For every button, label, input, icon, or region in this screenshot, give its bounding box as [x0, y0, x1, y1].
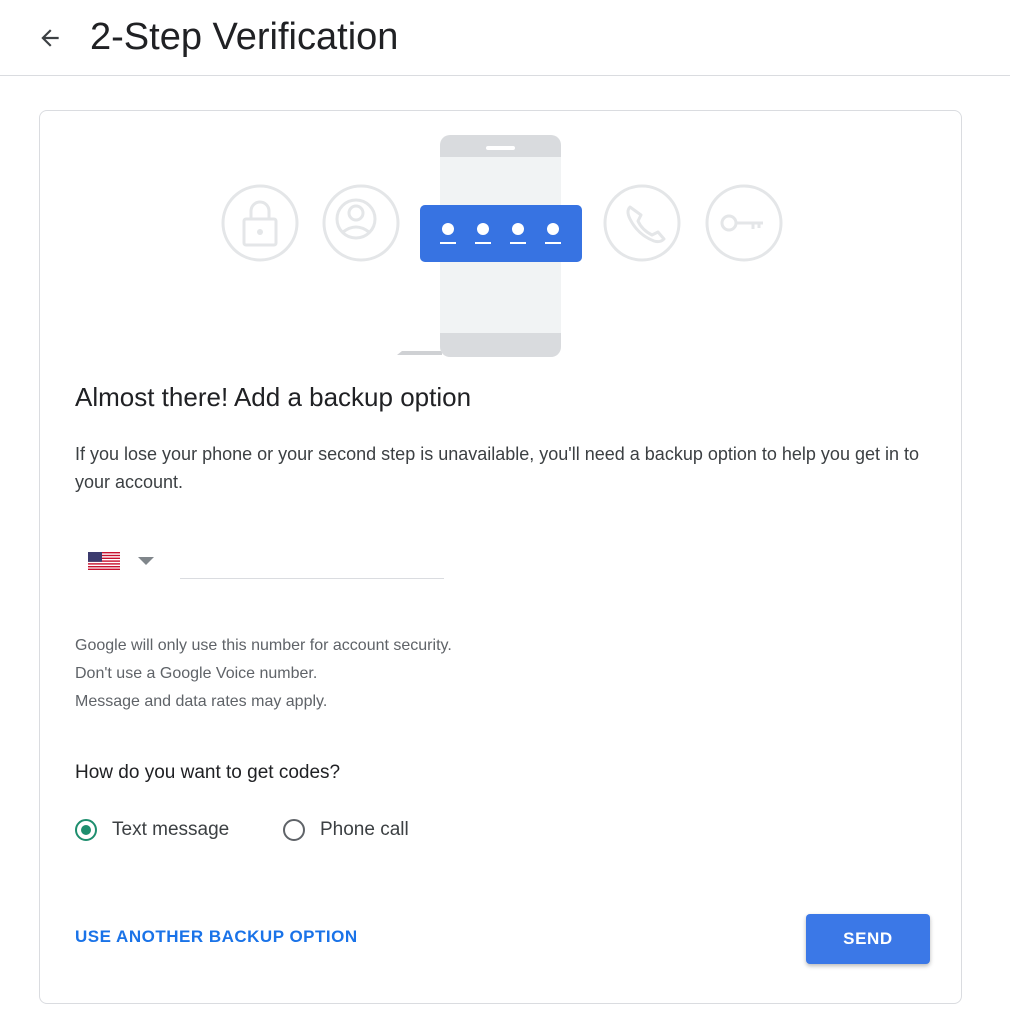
chevron-down-icon — [138, 557, 154, 565]
use-another-backup-option-link[interactable]: USE ANOTHER BACKUP OPTION — [75, 927, 358, 947]
radio-unchecked-icon[interactable] — [283, 819, 305, 841]
radio-text-message[interactable]: Text message — [75, 815, 229, 845]
card-heading: Almost there! Add a backup option — [75, 382, 472, 412]
radio-label-phone-call: Phone call — [320, 819, 409, 840]
note-google-voice: Don't use a Google Voice number. — [75, 665, 318, 682]
hero-illustration — [221, 135, 783, 357]
send-button[interactable]: SEND — [806, 914, 930, 964]
note-rates: Message and data rates may apply. — [75, 693, 328, 710]
phone-number-input[interactable] — [180, 543, 444, 579]
radio-checked-icon[interactable] — [75, 819, 97, 841]
key-icon — [705, 184, 783, 262]
us-flag-icon — [88, 552, 120, 570]
phone-icon — [603, 184, 681, 262]
card-description: If you lose your phone or your second st… — [75, 444, 919, 492]
page-title: 2-Step Verification — [90, 16, 399, 58]
radio-phone-call[interactable]: Phone call — [283, 815, 409, 845]
lock-icon — [221, 184, 299, 262]
back-button[interactable] — [30, 18, 70, 58]
note-security: Google will only use this number for acc… — [75, 637, 452, 654]
backup-option-card: Almost there! Add a backup option If you… — [39, 110, 962, 1004]
arrow-back-icon — [41, 29, 59, 47]
account-circle-icon — [322, 184, 400, 262]
page: 2-Step Verification Almost there! Add a … — [0, 0, 1010, 1024]
codes-question: How do you want to get codes? — [75, 762, 341, 783]
radio-label-text-message: Text message — [112, 819, 230, 840]
header: 2-Step Verification — [0, 0, 1010, 76]
verification-code-card — [420, 205, 582, 262]
country-code-select[interactable] — [88, 546, 160, 576]
